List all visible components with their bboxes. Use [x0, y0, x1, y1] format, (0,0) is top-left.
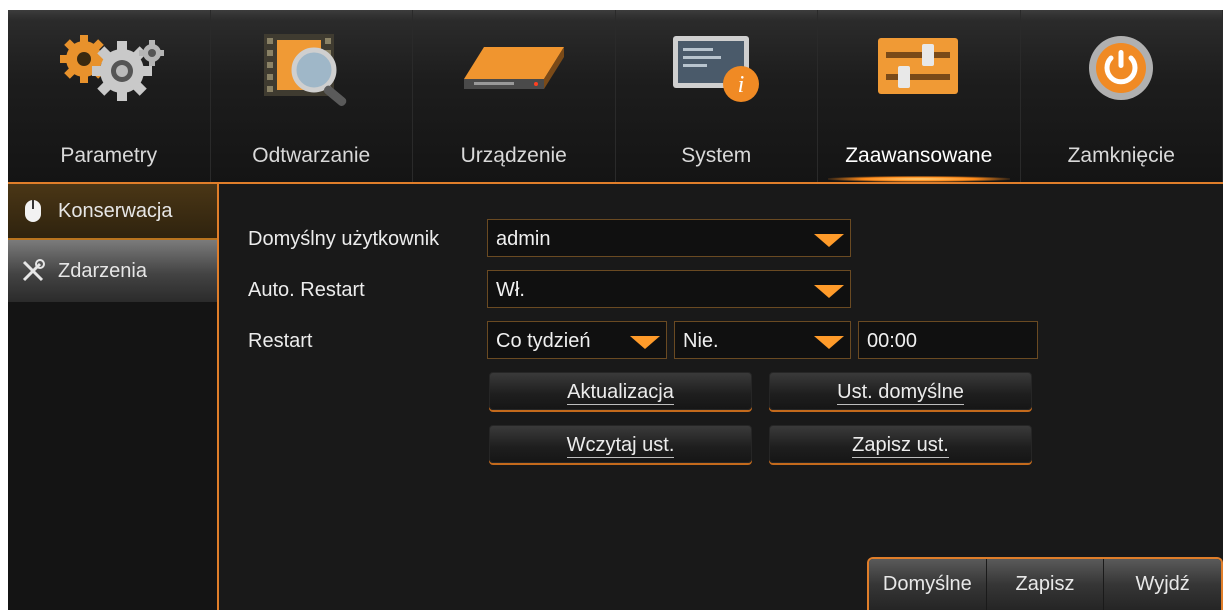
top-navigation: Parametry Odtwarzanie Urządzenie i Syste…	[8, 10, 1223, 184]
system-info-icon: i	[616, 28, 818, 108]
dvr-settings-screen: Parametry Odtwarzanie Urządzenie i Syste…	[8, 10, 1223, 610]
auto-restart-label: Auto. Restart	[248, 279, 365, 301]
restart-day-dropdown[interactable]: Nie.	[674, 321, 851, 359]
factory-defaults-button-label: Ust. domyślne	[837, 381, 964, 405]
load-settings-button[interactable]: Wczytaj ust.	[489, 425, 752, 463]
auto-restart-value: Wł.	[496, 279, 525, 301]
nav-label: System	[681, 144, 752, 167]
gears-icon	[8, 28, 210, 108]
chevron-down-icon	[814, 234, 844, 247]
restart-time-value: 00:00	[867, 330, 918, 352]
nav-label: Parametry	[60, 144, 158, 167]
nav-label: Zamknięcie	[1067, 144, 1175, 167]
sidebar: Konserwacja Zdarzenia	[8, 184, 219, 610]
nav-item-zaawansowane[interactable]: Zaawansowane	[818, 10, 1021, 182]
film-search-icon	[211, 28, 413, 108]
nav-item-odtwarzanie[interactable]: Odtwarzanie	[211, 10, 413, 182]
restart-day-value: Nie.	[683, 330, 719, 352]
chevron-down-icon	[814, 285, 844, 298]
sliders-icon	[818, 28, 1020, 108]
auto-restart-dropdown[interactable]: Wł.	[487, 270, 851, 308]
tools-icon	[20, 258, 46, 284]
nav-item-urzadzenie[interactable]: Urządzenie	[413, 10, 616, 182]
restart-label: Restart	[248, 330, 313, 352]
update-button-label: Aktualizacja	[567, 381, 674, 405]
nav-item-zamkniecie[interactable]: Zamknięcie	[1021, 10, 1223, 182]
nav-label: Urządzenie	[460, 144, 567, 167]
nav-label: Odtwarzanie	[252, 144, 371, 167]
default-user-label: Domyślny użytkownik	[248, 228, 440, 250]
sidebar-item-label: Konserwacja	[58, 199, 173, 222]
sidebar-item-konserwacja[interactable]: Konserwacja	[8, 184, 217, 240]
nav-item-parametry[interactable]: Parametry	[8, 10, 211, 182]
default-user-dropdown[interactable]: admin	[487, 219, 851, 257]
chevron-down-icon	[814, 336, 844, 349]
bottom-action-bar: Domyślne Zapisz Wyjdź	[867, 557, 1223, 610]
nav-item-system[interactable]: i System	[616, 10, 818, 182]
load-settings-button-label: Wczytaj ust.	[566, 434, 675, 458]
restart-time-field[interactable]: 00:00	[858, 321, 1038, 359]
exit-button[interactable]: Wyjdź	[1104, 559, 1221, 610]
svg-text:i: i	[738, 72, 745, 98]
hard-drive-icon	[413, 28, 615, 108]
sidebar-item-label: Zdarzenia	[58, 259, 147, 282]
update-button[interactable]: Aktualizacja	[489, 372, 752, 410]
power-icon	[1021, 28, 1223, 108]
restart-frequency-dropdown[interactable]: Co tydzień	[487, 321, 667, 359]
factory-defaults-button[interactable]: Ust. domyślne	[769, 372, 1032, 410]
sidebar-item-zdarzenia[interactable]: Zdarzenia	[8, 240, 217, 302]
maintenance-panel: Domyślny użytkownik admin Auto. Restart …	[221, 186, 1223, 610]
default-button[interactable]: Domyślne	[869, 559, 987, 610]
restart-frequency-value: Co tydzień	[496, 330, 591, 352]
save-button[interactable]: Zapisz	[986, 559, 1105, 610]
save-settings-button-label: Zapisz ust.	[852, 434, 949, 458]
nav-label: Zaawansowane	[845, 144, 993, 167]
save-settings-button[interactable]: Zapisz ust.	[769, 425, 1032, 463]
default-user-value: admin	[496, 228, 551, 250]
mouse-icon	[20, 198, 46, 224]
chevron-down-icon	[630, 336, 660, 349]
